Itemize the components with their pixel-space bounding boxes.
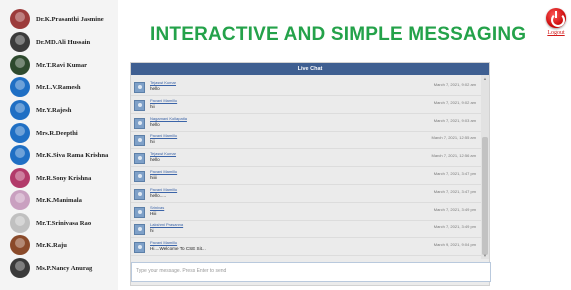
message-timestamp: March 9, 2021, 9:04 pm [433, 242, 476, 248]
scroll-up-arrow-icon[interactable]: ▲ [482, 76, 488, 81]
message-sender[interactable]: Tejaswi Kumar [150, 80, 176, 85]
message-timestamp: March 7, 2021, 9:02 am [433, 82, 476, 87]
chat-message: Pavani Mamillu hello..... March 7, 2021, 3… [131, 186, 481, 203]
logout-link[interactable]: Logout [547, 30, 564, 36]
message-text: hello [150, 86, 160, 91]
message-list: Tejaswi Kumar hello March 7, 2021, 9:02 am… [131, 75, 481, 259]
user-avatar-icon [134, 206, 145, 218]
live-chat-panel: Live Chat Tejaswi Kumar hello March 7, 202… [130, 62, 491, 286]
message-timestamp: March 7, 2021, 3:49 pm [433, 224, 476, 230]
message-text: hii [150, 139, 155, 145]
user-name[interactable]: Ms.P.Nancy Anurag [36, 265, 92, 272]
user-avatar-icon [134, 153, 145, 165]
user-avatar-icon [134, 99, 145, 111]
scroll-thumb[interactable] [482, 137, 488, 255]
message-sender[interactable]: Pavani Mamillu [150, 187, 177, 192]
message-timestamp: March 7, 2021, 3:49 pm [433, 206, 476, 212]
user-avatar [10, 9, 30, 29]
user-avatar [10, 123, 30, 143]
message-timestamp: March 7, 2021, 12:55 am [431, 135, 476, 141]
message-scrollbar[interactable]: ▲ ▼ [481, 75, 489, 259]
message-text: hi [150, 228, 154, 234]
sidebar-user[interactable]: Dr.K.Prasanthi Jasmine [10, 8, 104, 30]
chat-message: Nagamani Kollapatla hello March 7, 2021, 9… [131, 115, 481, 132]
message-text: hii [150, 103, 155, 109]
message-text: Hiii [150, 210, 157, 216]
sidebar-user[interactable]: Mr.K.Siva Rama Krishna [10, 144, 108, 166]
message-text: hello [150, 157, 160, 163]
sidebar-user[interactable]: Mr.K.Manimala [10, 189, 82, 211]
message-text: hello [150, 121, 160, 127]
message-timestamp: March 7, 2021, 9:03 am [433, 117, 476, 123]
user-avatar [10, 100, 30, 120]
user-avatar-icon [134, 171, 145, 182]
message-text: hiiii [150, 175, 157, 180]
power-icon[interactable] [546, 8, 566, 28]
message-timestamp: March 7, 2021, 12:56 am [431, 153, 476, 159]
chat-header: Live Chat [131, 63, 489, 75]
scroll-down-arrow-icon[interactable]: ▼ [482, 253, 488, 258]
user-name[interactable]: Mr.K.Siva Rama Krishna [36, 152, 108, 159]
sidebar-user[interactable]: Mr.Y.Rajesh [10, 99, 71, 121]
chat-message: Pavani Mamillu hii March 7, 2021, 12:55 am [131, 132, 481, 150]
sidebar-user[interactable]: Dr.MD.Ali Hussain [10, 31, 90, 53]
user-avatar [10, 77, 30, 97]
user-avatar [10, 235, 30, 255]
chat-message: Tejaswi Kumar hello March 7, 2021, 9:02 am [131, 79, 481, 96]
user-name[interactable]: Mr.T.Srinivasa Rao [36, 220, 91, 227]
message-timestamp: March 7, 2021, 3:47 pm [433, 188, 476, 194]
user-avatar [10, 168, 30, 188]
sidebar-user[interactable]: Mr.L.V.Ramesh [10, 76, 81, 98]
message-timestamp: March 7, 2021, 3:47 pm [433, 171, 476, 176]
user-name[interactable]: Dr.MD.Ali Hussain [36, 39, 90, 46]
user-avatar [10, 145, 30, 165]
chat-message: Tejaswi Kumar hello March 7, 2021, 12:56 a… [131, 150, 481, 168]
sidebar-user[interactable]: Ms.P.Nancy Anurag [10, 257, 92, 279]
message-text: Hi....Welcome To CSE Sit... [150, 246, 206, 252]
message-sender[interactable]: Pavani Mamillu [150, 169, 177, 174]
chat-message: Pavani Mamillu Hi....Welcome To CSE Sit..… [131, 239, 481, 257]
user-avatar [10, 55, 30, 75]
sidebar-user[interactable]: Mr.T.Ravi Kumar [10, 54, 87, 76]
user-sidebar: Dr.K.Prasanthi Jasmine Dr.MD.Ali Hussain M… [0, 0, 118, 290]
sidebar-user[interactable]: Mr.R.Sony Krishna [10, 167, 91, 189]
user-avatar-icon [134, 188, 145, 200]
sidebar-user[interactable]: Mr.K.Raju [10, 234, 67, 256]
sidebar-user[interactable]: Mr.T.Srinivasa Rao [10, 212, 91, 234]
user-name[interactable]: Mr.Y.Rajesh [36, 107, 71, 114]
user-avatar [10, 32, 30, 52]
user-name[interactable]: Dr.K.Prasanthi Jasmine [36, 16, 104, 23]
message-sender[interactable]: Lakshmi Prasanna [150, 222, 183, 227]
chat-message: Lakshmi Prasanna hi March 7, 2021, 3:49 pm [131, 221, 481, 239]
user-avatar [10, 258, 30, 278]
user-avatar-icon [134, 135, 145, 147]
user-name[interactable]: Mr.K.Manimala [36, 197, 82, 204]
chat-message: Srinivas Hiii March 7, 2021, 3:49 pm [131, 204, 481, 221]
message-sender[interactable]: Pavani Mamillu [150, 240, 177, 245]
message-sender[interactable]: Pavani Mamillu [150, 98, 177, 103]
sidebar-user[interactable]: Mrs.R.Deepthi [10, 122, 78, 144]
logout-button[interactable]: Logout [544, 8, 568, 40]
user-name[interactable]: Mrs.R.Deepthi [36, 130, 78, 137]
user-avatar [10, 213, 30, 233]
message-sender[interactable]: Srinivas [150, 205, 164, 210]
user-avatar-icon [134, 82, 145, 93]
page-title: INTERACTIVE AND SIMPLE MESSAGING [150, 24, 527, 45]
chat-message: Pavani Mamillu hii March 7, 2021, 9:02 am [131, 97, 481, 114]
chat-message: Pavani Mamillu hiiii March 7, 2021, 3:47 p… [131, 168, 481, 185]
message-input[interactable]: Type your message. Press Enter to send [131, 262, 491, 282]
message-text: hello..... [150, 192, 167, 198]
message-sender[interactable]: Pavani Mamillu [150, 133, 177, 138]
user-name[interactable]: Mr.L.V.Ramesh [36, 84, 81, 91]
message-timestamp: March 7, 2021, 9:02 am [433, 99, 476, 105]
user-name[interactable]: Mr.K.Raju [36, 242, 67, 249]
user-name[interactable]: Mr.R.Sony Krishna [36, 175, 91, 182]
user-avatar-icon [134, 242, 145, 254]
message-sender[interactable]: Tejaswi Kumar [150, 151, 176, 156]
user-name[interactable]: Mr.T.Ravi Kumar [36, 62, 87, 69]
user-avatar-icon [134, 224, 145, 236]
user-avatar-icon [134, 117, 145, 129]
user-avatar [10, 190, 30, 210]
message-sender[interactable]: Nagamani Kollapatla [150, 116, 187, 121]
